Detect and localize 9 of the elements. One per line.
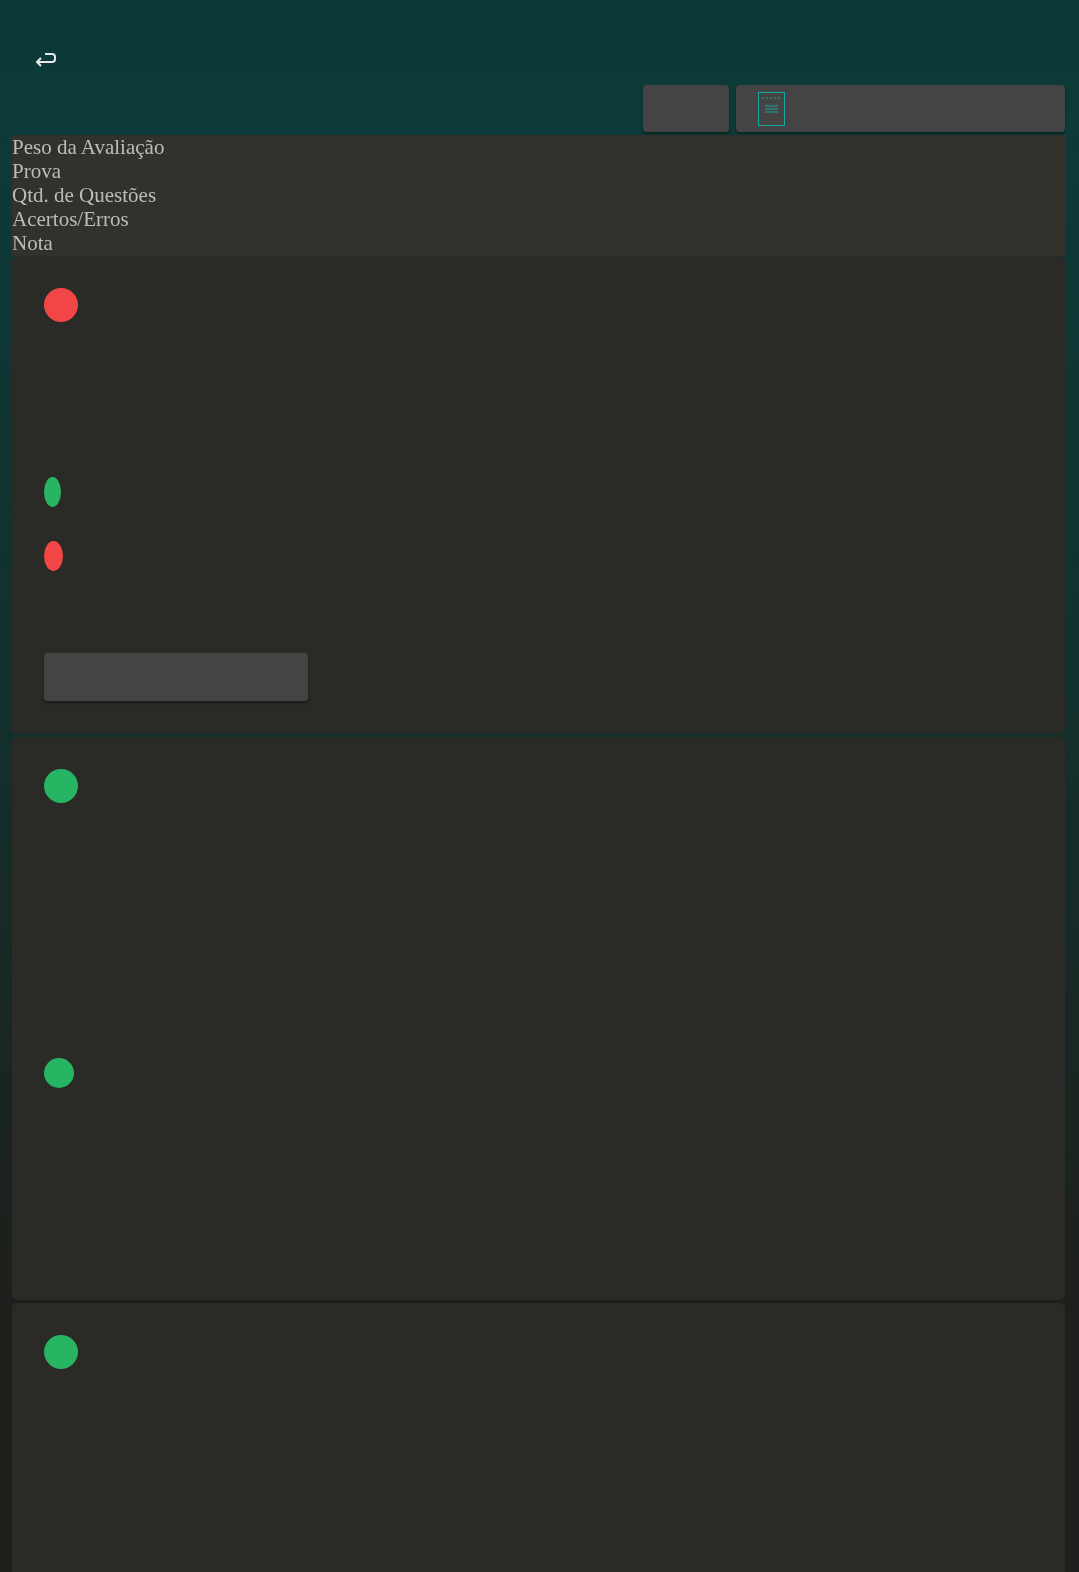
card-button[interactable]: [44, 653, 308, 701]
toolbar-button[interactable]: [643, 85, 729, 132]
document-icon: [758, 91, 785, 126]
column-label: Nota: [12, 231, 54, 255]
column-label: Prova: [12, 159, 62, 183]
column-label: Qtd. de Questões: [12, 183, 158, 207]
column-label: Acertos/Erros: [12, 207, 130, 231]
document-button[interactable]: [736, 85, 1065, 132]
column-label: Peso da Avaliação: [12, 135, 166, 159]
